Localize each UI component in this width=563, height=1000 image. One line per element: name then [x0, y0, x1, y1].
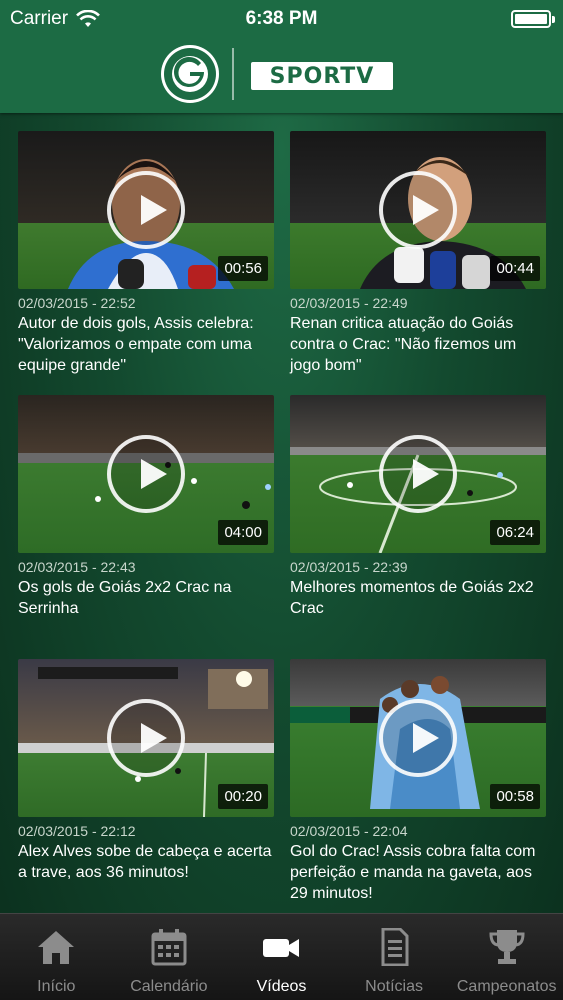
play-icon[interactable]	[379, 699, 457, 777]
video-camera-icon	[263, 939, 300, 957]
tab-label: Calendário	[130, 978, 208, 995]
video-timestamp: 02/03/2015 - 22:39	[290, 559, 408, 575]
play-icon[interactable]	[379, 435, 457, 513]
video-timestamp: 02/03/2015 - 22:12	[18, 823, 136, 839]
video-grid: 00:56 02/03/2015 - 22:52 Autor de dois g…	[0, 113, 563, 913]
video-card[interactable]: 00:56 02/03/2015 - 22:52 Autor de dois g…	[18, 131, 274, 376]
video-thumbnail[interactable]: 00:20	[18, 659, 274, 817]
tab-bar: Início Calendário Vídeos Notícias Campeo…	[0, 913, 563, 1000]
battery-icon	[511, 10, 555, 28]
video-timestamp: 02/03/2015 - 22:43	[18, 559, 136, 575]
video-title[interactable]: Melhores momentos de Goiás 2x2 Crac	[290, 577, 546, 619]
video-thumbnail[interactable]: 00:56	[18, 131, 274, 289]
video-title[interactable]: Autor de dois gols, Assis celebra: "Valo…	[18, 313, 274, 376]
play-icon[interactable]	[107, 699, 185, 777]
video-duration: 00:58	[490, 784, 540, 809]
video-duration: 00:20	[218, 784, 268, 809]
video-card[interactable]: 00:44 02/03/2015 - 22:49 Renan critica a…	[290, 131, 546, 376]
video-title[interactable]: Renan critica atuação do Goiás contra o …	[290, 313, 546, 376]
video-thumbnail[interactable]: 00:44	[290, 131, 546, 289]
status-bar: Carrier 6:38 PM	[0, 0, 563, 38]
tab-label: Campeonatos	[456, 978, 557, 995]
video-thumbnail[interactable]: 00:58	[290, 659, 546, 817]
tab-videos[interactable]: Vídeos	[225, 914, 338, 1000]
video-timestamp: 02/03/2015 - 22:04	[290, 823, 408, 839]
play-icon[interactable]	[107, 435, 185, 513]
home-icon	[38, 931, 75, 964]
tab-label: Início	[37, 978, 76, 995]
video-duration: 06:24	[490, 520, 540, 545]
video-card[interactable]: 00:20 02/03/2015 - 22:12 Alex Alves sobe…	[18, 659, 274, 883]
video-card[interactable]: 06:24 02/03/2015 - 22:39 Melhores moment…	[290, 395, 546, 619]
video-thumbnail[interactable]: 04:00	[18, 395, 274, 553]
video-title[interactable]: Os gols de Goiás 2x2 Crac na Serrinha	[18, 577, 274, 619]
tab-campeonatos[interactable]: Campeonatos	[450, 914, 563, 1000]
tab-inicio[interactable]: Início	[0, 914, 113, 1000]
brand-area: SPORTV	[0, 44, 563, 104]
calendar-icon	[151, 929, 187, 966]
video-card[interactable]: 00:58 02/03/2015 - 22:04 Gol do Crac! As…	[290, 659, 546, 904]
play-icon[interactable]	[107, 171, 185, 249]
tab-calendario[interactable]: Calendário	[113, 914, 226, 1000]
video-title[interactable]: Alex Alves sobe de cabeça e acerta a tra…	[18, 841, 274, 883]
video-thumbnail[interactable]: 06:24	[290, 395, 546, 553]
tab-label: Vídeos	[256, 978, 307, 995]
status-time: 6:38 PM	[245, 8, 318, 29]
video-duration: 00:56	[218, 256, 268, 281]
club-crest-icon	[161, 45, 219, 103]
tab-label: Notícias	[365, 978, 423, 995]
video-card[interactable]: 04:00 02/03/2015 - 22:43 Os gols de Goiá…	[18, 395, 274, 619]
sportv-logo: SPORTV	[251, 62, 393, 90]
video-duration: 00:44	[490, 256, 540, 281]
document-icon	[381, 928, 409, 966]
play-icon[interactable]	[379, 171, 457, 249]
video-title[interactable]: Gol do Crac! Assis cobra falta com perfe…	[290, 841, 546, 904]
tab-noticias[interactable]: Notícias	[338, 914, 451, 1000]
video-timestamp: 02/03/2015 - 22:52	[18, 295, 136, 311]
app-screen: Carrier 6:38 PM SPORTV 00:56 02/03/2015 …	[0, 0, 563, 1000]
header-bar: Carrier 6:38 PM SPORTV	[0, 0, 563, 113]
trophy-icon	[489, 930, 525, 964]
video-duration: 04:00	[218, 520, 268, 545]
brand-divider	[232, 48, 234, 100]
video-timestamp: 02/03/2015 - 22:49	[290, 295, 408, 311]
